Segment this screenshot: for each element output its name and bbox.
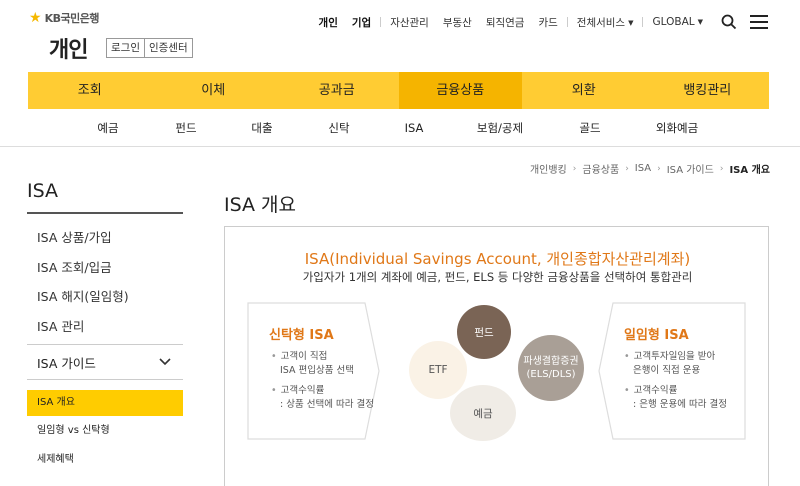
chevron-right-icon: › bbox=[625, 163, 629, 174]
main-nav-utility-bills[interactable]: 공과금 bbox=[275, 72, 399, 109]
global-label: GLOBAL bbox=[652, 16, 695, 28]
global-dropdown[interactable]: GLOBAL ▼ bbox=[645, 16, 710, 28]
search-icon[interactable] bbox=[718, 13, 740, 31]
breadcrumb-item[interactable]: ISA 가이드 bbox=[667, 161, 714, 176]
sub-nav-deposit[interactable]: 예금 bbox=[97, 109, 118, 147]
breadcrumb: 개인뱅킹 › 금융상품 › ISA › ISA 가이드 › ISA 개요 bbox=[530, 161, 770, 176]
main-nav-transfer[interactable]: 이체 bbox=[152, 72, 276, 109]
chevron-up-icon bbox=[159, 358, 171, 366]
main-nav-inquiry[interactable]: 조회 bbox=[28, 72, 152, 109]
sidebar-item-isa-guide[interactable]: ISA 가이드 bbox=[27, 344, 183, 380]
breadcrumb-item[interactable]: ISA bbox=[635, 163, 651, 174]
top-utility-links: 개인 기업 자산관리 부동산 퇴직연금 카드 전체서비스 ▼ GLOBAL ▼ bbox=[312, 13, 770, 31]
sidebar-subitem-isa-overview[interactable]: ISA 개요 bbox=[27, 390, 183, 416]
all-services-dropdown[interactable]: 전체서비스 ▼ bbox=[570, 15, 641, 30]
top-link-pension[interactable]: 퇴직연금 bbox=[479, 15, 532, 30]
bullet-icon: • bbox=[271, 351, 277, 362]
sub-nav-isa[interactable]: ISA bbox=[405, 109, 424, 147]
auth-buttons: 로그인 인증센터 bbox=[106, 38, 193, 58]
list-text: : 상품 선택에 따라 결정 bbox=[280, 399, 374, 410]
sub-nav-foreign-deposit[interactable]: 외화예금 bbox=[656, 109, 698, 147]
discretionary-type-title: 일임형 ISA bbox=[624, 328, 689, 343]
list-item: • 고객수익률 : 은행 운용에 따라 결정 bbox=[624, 384, 727, 412]
list-text: ISA 편입상품 선택 bbox=[280, 365, 354, 376]
kb-logo[interactable]: ★ KB국민은행 bbox=[29, 10, 99, 26]
chevron-right-icon: › bbox=[572, 163, 577, 174]
sidebar-divider bbox=[27, 212, 183, 214]
top-link-realestate[interactable]: 부동산 bbox=[436, 15, 479, 30]
sub-nav-loan[interactable]: 대출 bbox=[251, 109, 272, 147]
main-nav: 조회 이체 공과금 금융상품 외환 뱅킹관리 bbox=[28, 72, 769, 109]
isa-heading: ISA(Individual Savings Account, 개인종합자산관리… bbox=[304, 250, 691, 268]
hamburger-menu-icon[interactable] bbox=[748, 13, 770, 31]
divider bbox=[566, 17, 568, 27]
trust-type-title: 신탁형 ISA bbox=[269, 328, 334, 343]
sidebar-subitem-tax-benefits[interactable]: 세제혜택 bbox=[27, 447, 183, 473]
trust-type-list: • 고객이 직접 ISA 편입상품 선택 • 고객수익률: 상품 선택에 따라 결정 bbox=[271, 350, 374, 418]
list-text: 고객수익률 bbox=[633, 385, 678, 396]
chevron-right-icon: › bbox=[657, 163, 661, 174]
top-link-card[interactable]: 카드 bbox=[531, 15, 564, 30]
sub-nav-trust[interactable]: 신탁 bbox=[328, 109, 349, 147]
trust-type-box: 신탁형 ISA • 고객이 직접 ISA 편입상품 선택 • 고객수익률: 상품 선택… bbox=[247, 302, 380, 440]
all-services-label: 전체서비스 bbox=[576, 16, 626, 29]
content-title: ISA 개요 bbox=[224, 194, 297, 216]
circle-derivatives-line1: 파생결합증권 bbox=[523, 356, 579, 367]
list-text: 고객수익률 bbox=[280, 385, 325, 396]
breadcrumb-item[interactable]: 금융상품 bbox=[582, 161, 619, 176]
bullet-icon: • bbox=[271, 385, 277, 396]
top-link-asset[interactable]: 자산관리 bbox=[383, 15, 436, 30]
caret-down-icon: ▼ bbox=[628, 18, 634, 27]
circle-etf: ETF bbox=[409, 341, 467, 399]
breadcrumb-item[interactable]: 개인뱅킹 bbox=[530, 161, 567, 176]
list-item: • 고객이 직접 ISA 편입상품 선택 bbox=[271, 350, 374, 378]
sidebar-menu: ISA 상품/가입 ISA 조회/입금 ISA 해지(일임형) ISA 관리 bbox=[27, 223, 183, 341]
list-item: • 고객수익률 : 상품 선택에 따라 결정 bbox=[271, 384, 374, 412]
sub-nav: 예금 펀드 대출 신탁 ISA 보험/공제 골드 외화예금 bbox=[0, 109, 800, 147]
circle-derivatives: 파생결합증권 (ELS/DLS) bbox=[518, 335, 584, 401]
circle-derivatives-line2: (ELS/DLS) bbox=[526, 369, 576, 380]
sidebar-item-isa-products[interactable]: ISA 상품/가입 bbox=[27, 223, 183, 253]
sidebar-item-isa-termination[interactable]: ISA 해지(일임형) bbox=[27, 282, 183, 312]
list-item: • 고객투자일임을 받아은행이 직접 운용 bbox=[624, 350, 727, 378]
circle-fund: 펀드 bbox=[457, 305, 511, 359]
page: ★ KB국민은행 개인 로그인 인증센터 개인 기업 자산관리 부동산 퇴직연금… bbox=[0, 0, 800, 486]
list-text: : 은행 운용에 따라 결정 bbox=[633, 399, 727, 410]
sub-nav-gold[interactable]: 골드 bbox=[579, 109, 600, 147]
discretionary-type-box: 일임형 ISA • 고객투자일임을 받아 은행이 직접 운용 • 고객수익률: 은행 … bbox=[598, 302, 746, 440]
section-title: 개인 bbox=[49, 38, 88, 63]
isa-info-box: ISA(Individual Savings Account, 개인종합자산관리… bbox=[224, 226, 769, 486]
sidebar-guide-label: ISA 가이드 bbox=[37, 355, 96, 371]
divider bbox=[380, 17, 382, 27]
breadcrumb-current: ISA 개요 bbox=[729, 165, 770, 176]
cert-center-button[interactable]: 인증센터 bbox=[144, 38, 193, 58]
top-link-corporate[interactable]: 기업 bbox=[345, 15, 378, 30]
bullet-icon: • bbox=[624, 385, 630, 396]
sidebar-item-isa-inquiry[interactable]: ISA 조회/입금 bbox=[27, 253, 183, 283]
sidebar-item-isa-management[interactable]: ISA 관리 bbox=[27, 312, 183, 342]
caret-down-icon: ▼ bbox=[697, 18, 703, 26]
divider bbox=[642, 17, 644, 27]
chevron-right-icon: › bbox=[719, 163, 724, 174]
isa-subheading: 가입자가 1개의 계좌에 예금, 펀드, ELS 등 다양한 금융상품을 선택하… bbox=[302, 270, 693, 284]
list-text: 고객이 직접 bbox=[280, 351, 328, 362]
main-nav-financial-products[interactable]: 금융상품 bbox=[398, 72, 522, 109]
discretionary-type-list: • 고객투자일임을 받아 은행이 직접 운용 • 고객수익률: 은행 운용에 따라 결… bbox=[624, 350, 727, 418]
sub-nav-insurance[interactable]: 보험/공제 bbox=[477, 109, 523, 147]
kb-star-icon: ★ bbox=[29, 10, 42, 26]
brand-name: KB국민은행 bbox=[44, 12, 100, 25]
top-link-personal[interactable]: 개인 bbox=[312, 15, 345, 30]
sidebar-title: ISA bbox=[27, 180, 59, 202]
list-text: 은행이 직접 운용 bbox=[633, 365, 701, 376]
bullet-icon: • bbox=[624, 351, 630, 362]
sidebar-subitem-comparison[interactable]: 일임형 vs 신탁형 bbox=[27, 418, 183, 444]
login-button[interactable]: 로그인 bbox=[106, 38, 145, 58]
main-nav-foreign-exchange[interactable]: 외환 bbox=[522, 72, 646, 109]
circle-deposit: 예금 bbox=[450, 385, 516, 441]
main-nav-banking-management[interactable]: 뱅킹관리 bbox=[646, 72, 770, 109]
list-text: 고객투자일임을 받아 bbox=[633, 351, 716, 362]
sub-nav-fund[interactable]: 펀드 bbox=[175, 109, 196, 147]
